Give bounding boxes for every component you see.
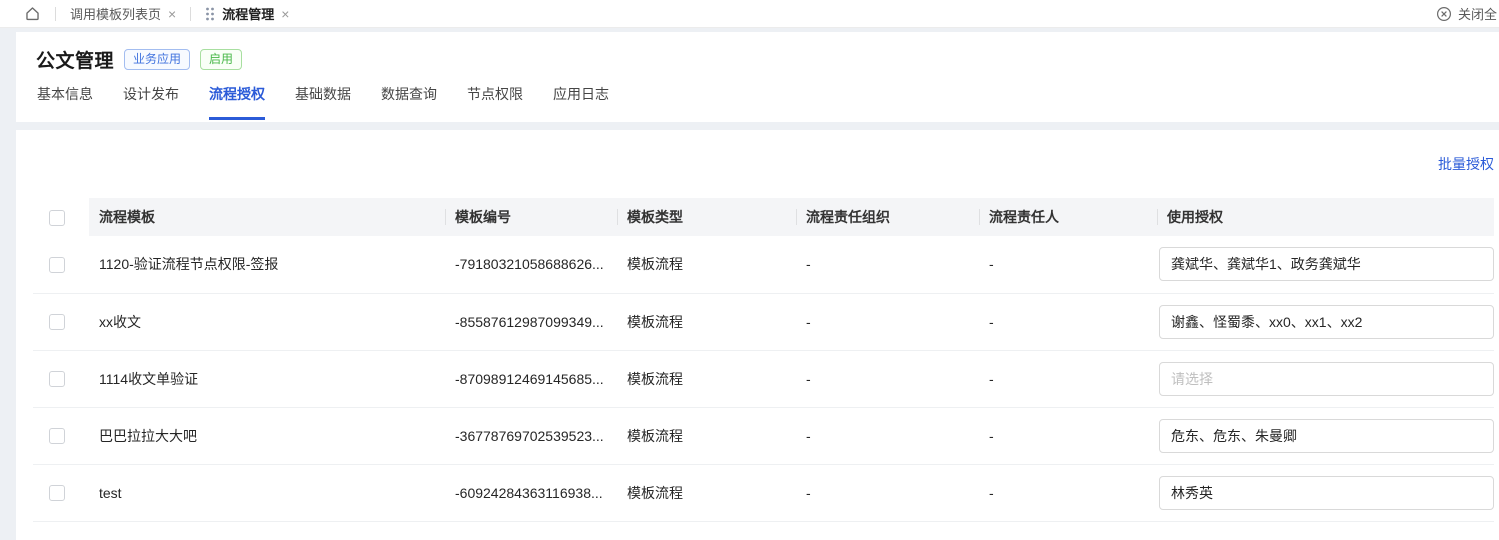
topbar-tab-label: 调用模板列表页 <box>70 7 162 22</box>
cell-template-name: xx收文 <box>89 293 445 351</box>
row-checkbox-cell <box>33 350 89 408</box>
cell-usage-authorization <box>1157 350 1494 408</box>
cell-template-code: -36778769702539523... <box>445 407 617 465</box>
page-title: 公文管理 <box>36 50 115 72</box>
cell-template-code: -60924284363116938... <box>445 464 617 522</box>
page-tabs: 基本信息 设计发布 流程授权 基础数据 数据查询 节点权限 应用日志 <box>36 84 1479 120</box>
close-tab-icon[interactable]: × <box>281 7 289 21</box>
topbar-tab-process-management[interactable]: 流程管理 × <box>205 4 289 23</box>
col-process-template: 流程模板 <box>89 198 445 236</box>
tab-base-data[interactable]: 基础数据 <box>295 84 351 120</box>
table-row: xx收文 -85587612987099349... 模板流程 - - <box>33 293 1494 351</box>
row-checkbox-cell <box>33 464 89 522</box>
topbar-separator <box>55 6 56 21</box>
usage-auth-input[interactable] <box>1159 247 1494 282</box>
tab-design-publish[interactable]: 设计发布 <box>123 84 179 120</box>
row-checkbox[interactable] <box>49 256 65 273</box>
cell-template-type: 模板流程 <box>617 293 796 351</box>
row-checkbox[interactable] <box>49 485 65 502</box>
app-window: 调用模板列表页 × 流程管理 × 关闭全 公文管理 业务应用 启用 基本信息 设… <box>0 0 1499 540</box>
table-row: test -60924284363116938... 模板流程 - - <box>33 464 1494 522</box>
table-row: 1114收文单验证 -87098912469145685... 模板流程 - - <box>33 350 1494 408</box>
select-all-header-cell <box>33 198 89 236</box>
table-header-row: 流程模板 模板编号 模板类型 流程责任组织 流程责任人 使用授权 <box>33 198 1494 236</box>
cell-owner-org: - <box>796 350 979 408</box>
cell-owner-person: - <box>979 236 1157 294</box>
panel-toolbar: 批量授权 <box>33 130 1494 198</box>
cell-owner-org: - <box>796 293 979 351</box>
cell-owner-org: - <box>796 407 979 465</box>
usage-auth-input[interactable] <box>1159 304 1494 339</box>
cell-usage-authorization <box>1157 464 1494 522</box>
close-tab-icon[interactable]: × <box>168 7 176 21</box>
cell-owner-person: - <box>979 350 1157 408</box>
usage-auth-input[interactable] <box>1159 361 1494 396</box>
badge-business-app: 业务应用 <box>124 48 191 70</box>
row-checkbox-cell <box>33 236 89 294</box>
cell-template-type: 模板流程 <box>617 350 796 408</box>
cell-template-name: 1120-验证流程节点权限-签报 <box>89 236 445 294</box>
cell-usage-authorization <box>1157 407 1494 465</box>
table-row: 巴巴拉拉大大吧 -36778769702539523... 模板流程 - - <box>33 407 1494 465</box>
topbar-tab-template-list[interactable]: 调用模板列表页 × <box>70 4 176 23</box>
close-all-icon <box>1436 6 1452 22</box>
row-checkbox[interactable] <box>49 371 65 388</box>
cell-template-code: -79180321058688626... <box>445 236 617 294</box>
home-icon[interactable] <box>24 5 41 22</box>
tab-basic-info[interactable]: 基本信息 <box>37 84 93 120</box>
title-row: 公文管理 业务应用 启用 <box>36 42 1479 76</box>
table-row: 1120-验证流程节点权限-签报 -79180321058688626... 模… <box>33 236 1494 294</box>
tab-process-authorization[interactable]: 流程授权 <box>209 84 265 120</box>
topbar: 调用模板列表页 × 流程管理 × 关闭全 <box>0 0 1499 28</box>
close-all-label: 关闭全 <box>1457 7 1497 22</box>
cell-owner-person: - <box>979 293 1157 351</box>
tab-data-query[interactable]: 数据查询 <box>381 84 437 120</box>
table-body: 1120-验证流程节点权限-签报 -79180321058688626... 模… <box>33 236 1494 522</box>
tab-node-permission[interactable]: 节点权限 <box>467 84 523 120</box>
cell-template-type: 模板流程 <box>617 236 796 294</box>
usage-auth-input[interactable] <box>1159 475 1494 510</box>
cell-owner-org: - <box>796 464 979 522</box>
cell-template-name: 巴巴拉拉大大吧 <box>89 407 445 465</box>
cell-owner-person: - <box>979 464 1157 522</box>
topbar-separator <box>190 6 192 21</box>
topbar-tab-label: 流程管理 <box>222 7 275 22</box>
cell-template-type: 模板流程 <box>617 464 796 522</box>
process-template-table: 流程模板 模板编号 模板类型 流程责任组织 流程责任人 使用授权 1120-验证… <box>33 198 1494 522</box>
select-all-checkbox[interactable] <box>49 209 65 226</box>
cell-usage-authorization <box>1157 293 1494 351</box>
cell-owner-person: - <box>979 407 1157 465</box>
row-checkbox[interactable] <box>49 314 65 331</box>
row-checkbox[interactable] <box>49 428 65 445</box>
cell-template-name: 1114收文单验证 <box>89 350 445 408</box>
drag-dots-icon <box>205 7 215 21</box>
cell-template-code: -87098912469145685... <box>445 350 617 408</box>
page-header: 公文管理 业务应用 启用 基本信息 设计发布 流程授权 基础数据 数据查询 节点… <box>16 32 1499 122</box>
col-template-code: 模板编号 <box>445 198 617 236</box>
cell-template-type: 模板流程 <box>617 407 796 465</box>
cell-template-name: test <box>89 464 445 522</box>
close-all-button[interactable]: 关闭全 <box>1436 4 1497 23</box>
badge-enabled: 启用 <box>200 48 243 70</box>
cell-template-code: -85587612987099349... <box>445 293 617 351</box>
col-template-type: 模板类型 <box>617 198 796 236</box>
tab-app-log[interactable]: 应用日志 <box>553 84 609 120</box>
row-checkbox-cell <box>33 407 89 465</box>
batch-authorize-link[interactable]: 批量授权 <box>1438 154 1494 174</box>
col-owner-person: 流程责任人 <box>979 198 1157 236</box>
col-owner-org: 流程责任组织 <box>796 198 979 236</box>
usage-auth-input[interactable] <box>1159 418 1494 453</box>
col-usage-authorization: 使用授权 <box>1157 198 1494 236</box>
authorization-panel: 批量授权 流程模板 模板编号 模板类型 流程责任组织 流程责任人 使用授权 11… <box>16 130 1499 540</box>
row-checkbox-cell <box>33 293 89 351</box>
cell-owner-org: - <box>796 236 979 294</box>
cell-usage-authorization <box>1157 236 1494 294</box>
